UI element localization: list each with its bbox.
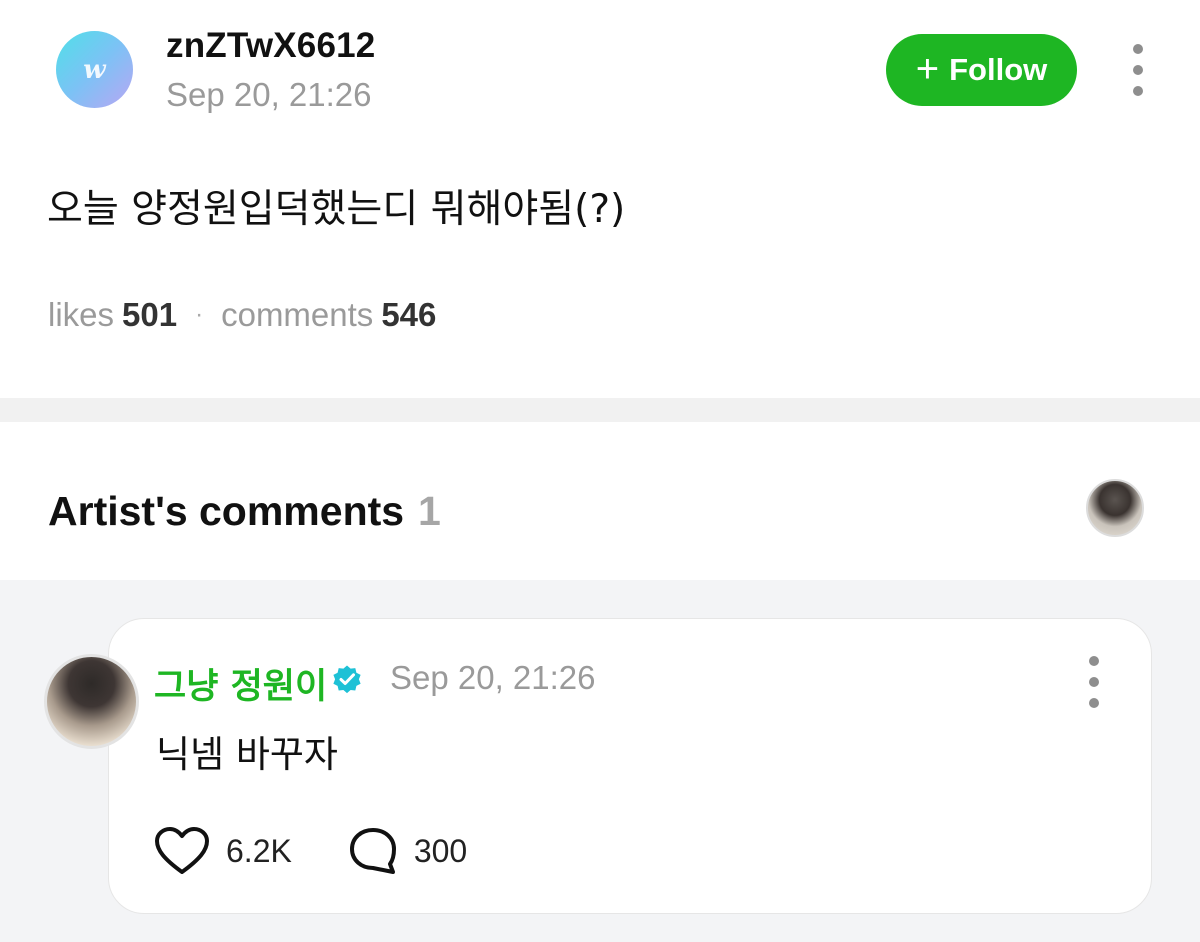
post-timestamp: Sep 20, 21:26 [166,76,372,113]
comment-author-name[interactable]: 그냥 정원이 [154,658,327,709]
follow-label: Follow [949,52,1048,87]
like-count: 6.2K [226,832,292,869]
avatar-letter: w [83,54,106,85]
comments-label[interactable]: comments [221,296,373,334]
plus-icon: + [915,46,940,91]
more-vertical-icon[interactable] [1128,44,1148,96]
comment-bubble-icon [349,828,396,874]
like-button[interactable]: 6.2K [154,826,292,876]
likes-label: likes [48,296,115,333]
post-body-text: 오늘 양정원입덕했는디 뭐해야됨(?) [47,187,626,232]
stats-separator: · [195,301,204,328]
user-avatar[interactable]: w [56,31,133,108]
post-stats: likes 501 · comments 546 [48,296,436,334]
verified-badge-icon [333,665,361,694]
section-divider [0,398,1200,422]
comment-actions: 6.2K 300 [154,826,467,876]
post: w znZTwX6612 Sep 20, 21:26 + Follow 오늘 양… [0,0,1200,398]
comment-timestamp: Sep 20, 21:26 [390,659,596,696]
heart-icon [155,827,209,874]
artist-comments-header: Artist's comments 1 [0,422,1200,580]
comment-text: 닉넴 바꾸자 [156,733,338,776]
follow-button[interactable]: + Follow [886,34,1077,106]
artist-comments-title: Artist's comments [48,488,405,534]
reply-button[interactable]: 300 [348,826,467,876]
post-username[interactable]: znZTwX6612 [166,26,375,66]
comment-author-avatar[interactable] [44,654,139,749]
more-vertical-icon[interactable] [1084,656,1104,708]
artist-avatar[interactable] [1086,479,1144,537]
reply-count: 300 [413,832,468,869]
comments-count[interactable]: 546 [381,296,436,334]
artist-comments-count: 1 [418,488,441,534]
likes-count: 501 [122,296,178,333]
